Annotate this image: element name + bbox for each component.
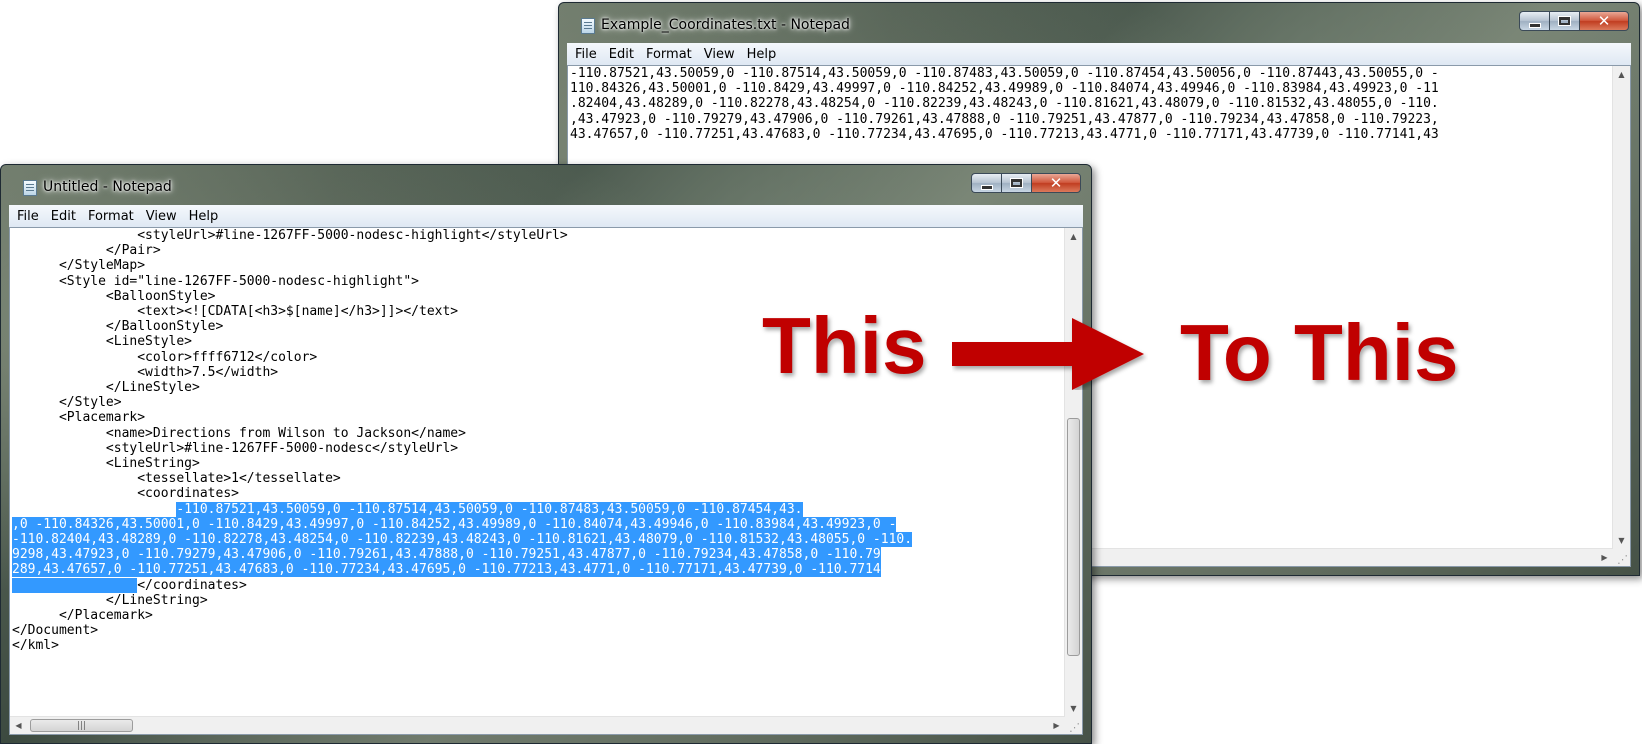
selected-text: -110.82404,43.48289,0 -110.82278,43.4825… [12, 532, 913, 548]
menu-bar: File Edit Format View Help [9, 205, 1083, 228]
text-line: .82404,43.48289,0 -110.82278,43.48254,0 … [570, 96, 1439, 112]
maximize-icon [1558, 16, 1571, 26]
selected-line: 289,43.47657,0 -110.77251,43.47683,0 -11… [10, 562, 1065, 578]
window-controls: ✕ [1519, 11, 1629, 33]
text-line: ,43.47923,0 -110.79279,43.47906,0 -110.7… [570, 111, 1439, 127]
text-line: <LineString> [12, 456, 200, 472]
text-line: <Style id="line-1267FF-5000-nodesc-highl… [12, 273, 419, 289]
window-title: Example_Coordinates.txt - Notepad [601, 17, 850, 33]
maximize-icon [1010, 178, 1023, 188]
close-icon: ✕ [1597, 12, 1611, 30]
menu-edit[interactable]: Edit [603, 47, 640, 62]
menu-format[interactable]: Format [640, 47, 698, 62]
window-controls: ✕ [971, 173, 1081, 195]
selected-text: 289,43.47657,0 -110.77251,43.47683,0 -11… [12, 562, 881, 578]
vertical-scrollbar[interactable]: ▲ ▼ [1064, 228, 1082, 717]
selected-line: </coordinates> [10, 577, 1065, 593]
menu-help[interactable]: Help [183, 209, 225, 224]
text-line: <name>Directions from Wilson to Jackson<… [12, 425, 466, 441]
maximize-button[interactable] [1001, 173, 1031, 193]
menu-format[interactable]: Format [82, 209, 140, 224]
text-line: </StyleMap> [12, 258, 146, 274]
text-line: <coordinates> [12, 486, 239, 502]
caption-this: This [762, 301, 927, 390]
text-line: </Style> [12, 395, 122, 411]
scroll-down-icon[interactable]: ▼ [1065, 700, 1082, 717]
text-line: </Pair> [12, 243, 161, 259]
vertical-scrollbar[interactable]: ▲ ▼ [1612, 66, 1630, 549]
selected-text: ,0 -110.84326,43.50001,0 -110.8429,43.49… [12, 516, 897, 532]
arrow-shape [952, 318, 1144, 390]
selected-text: 9298,43.47923,0 -110.79279,43.47906,0 -1… [12, 547, 881, 563]
menu-file[interactable]: File [9, 209, 45, 224]
text-line: </kml> [12, 638, 59, 654]
scroll-left-icon[interactable]: ◀ [10, 717, 27, 734]
text-line: <styleUrl>#line-1267FF-5000-nodesc</styl… [12, 440, 459, 456]
menu-help[interactable]: Help [741, 47, 783, 62]
text-line: <tessellate>1</tessellate> [12, 471, 341, 487]
right-arrow-icon [952, 318, 1144, 390]
selected-text: -110.87521,43.50059,0 -110.87514,43.5005… [176, 501, 803, 517]
text-line: -110.87521,43.50059,0 -110.87514,43.5005… [570, 66, 1439, 81]
menu-view[interactable]: View [140, 209, 183, 224]
minimize-icon [1528, 22, 1541, 28]
scroll-right-icon[interactable]: ▶ [1596, 549, 1613, 566]
title-bar[interactable]: Example_Coordinates.txt - Notepad ✕ [559, 3, 1639, 43]
close-icon: ✕ [1049, 174, 1063, 192]
title-bar[interactable]: Untitled - Notepad ✕ [1, 165, 1091, 205]
resize-grip-icon[interactable] [1065, 717, 1082, 734]
maximize-button[interactable] [1549, 11, 1579, 31]
scroll-right-icon[interactable]: ▶ [1048, 717, 1065, 734]
selected-line: -110.82404,43.48289,0 -110.82278,43.4825… [10, 532, 1065, 548]
selected-line: -110.87521,43.50059,0 -110.87514,43.5005… [10, 501, 1065, 517]
caption-to-this: To This [1180, 308, 1459, 397]
closing-tag: </coordinates> [137, 577, 247, 593]
text-line: 110.84326,43.50001,0 -110.8429,43.49997,… [570, 81, 1439, 97]
text-line: <Placemark> [12, 410, 146, 426]
notepad-icon [581, 18, 595, 34]
text-line: </Placemark> [12, 608, 153, 624]
minimize-button[interactable] [1519, 11, 1549, 31]
scroll-up-icon[interactable]: ▲ [1613, 66, 1630, 83]
text-line: 43.47657,0 -110.77251,43.47683,0 -110.77… [570, 126, 1439, 142]
horizontal-scroll-thumb[interactable]: ||| [30, 719, 133, 732]
text-line: </LineString> [12, 592, 208, 608]
menu-view[interactable]: View [698, 47, 741, 62]
close-button[interactable]: ✕ [1579, 11, 1629, 31]
scroll-up-icon[interactable]: ▲ [1065, 228, 1082, 245]
resize-grip-icon[interactable] [1613, 549, 1630, 566]
notepad-icon [23, 180, 37, 196]
menu-bar: File Edit Format View Help [567, 43, 1631, 66]
vertical-scroll-thumb[interactable] [1067, 418, 1080, 656]
minimize-button[interactable] [971, 173, 1001, 193]
selected-line: ,0 -110.84326,43.50001,0 -110.8429,43.49… [10, 516, 1065, 532]
text-line: </Document> [12, 623, 99, 639]
notepad-window-untitled: Untitled - Notepad ✕ File Edit Format Vi… [0, 164, 1092, 744]
menu-file[interactable]: File [567, 47, 603, 62]
minimize-icon [980, 184, 993, 190]
close-button[interactable]: ✕ [1031, 173, 1081, 193]
selected-line: 9298,43.47923,0 -110.79279,43.47906,0 -1… [10, 547, 1065, 563]
window-title: Untitled - Notepad [43, 179, 172, 195]
horizontal-scrollbar[interactable]: ◀ ||| ▶ [10, 716, 1065, 734]
menu-edit[interactable]: Edit [45, 209, 82, 224]
scroll-down-icon[interactable]: ▼ [1613, 532, 1630, 549]
text-line: <styleUrl>#line-1267FF-5000-nodesc-highl… [12, 228, 568, 243]
selected-whitespace [12, 577, 138, 593]
